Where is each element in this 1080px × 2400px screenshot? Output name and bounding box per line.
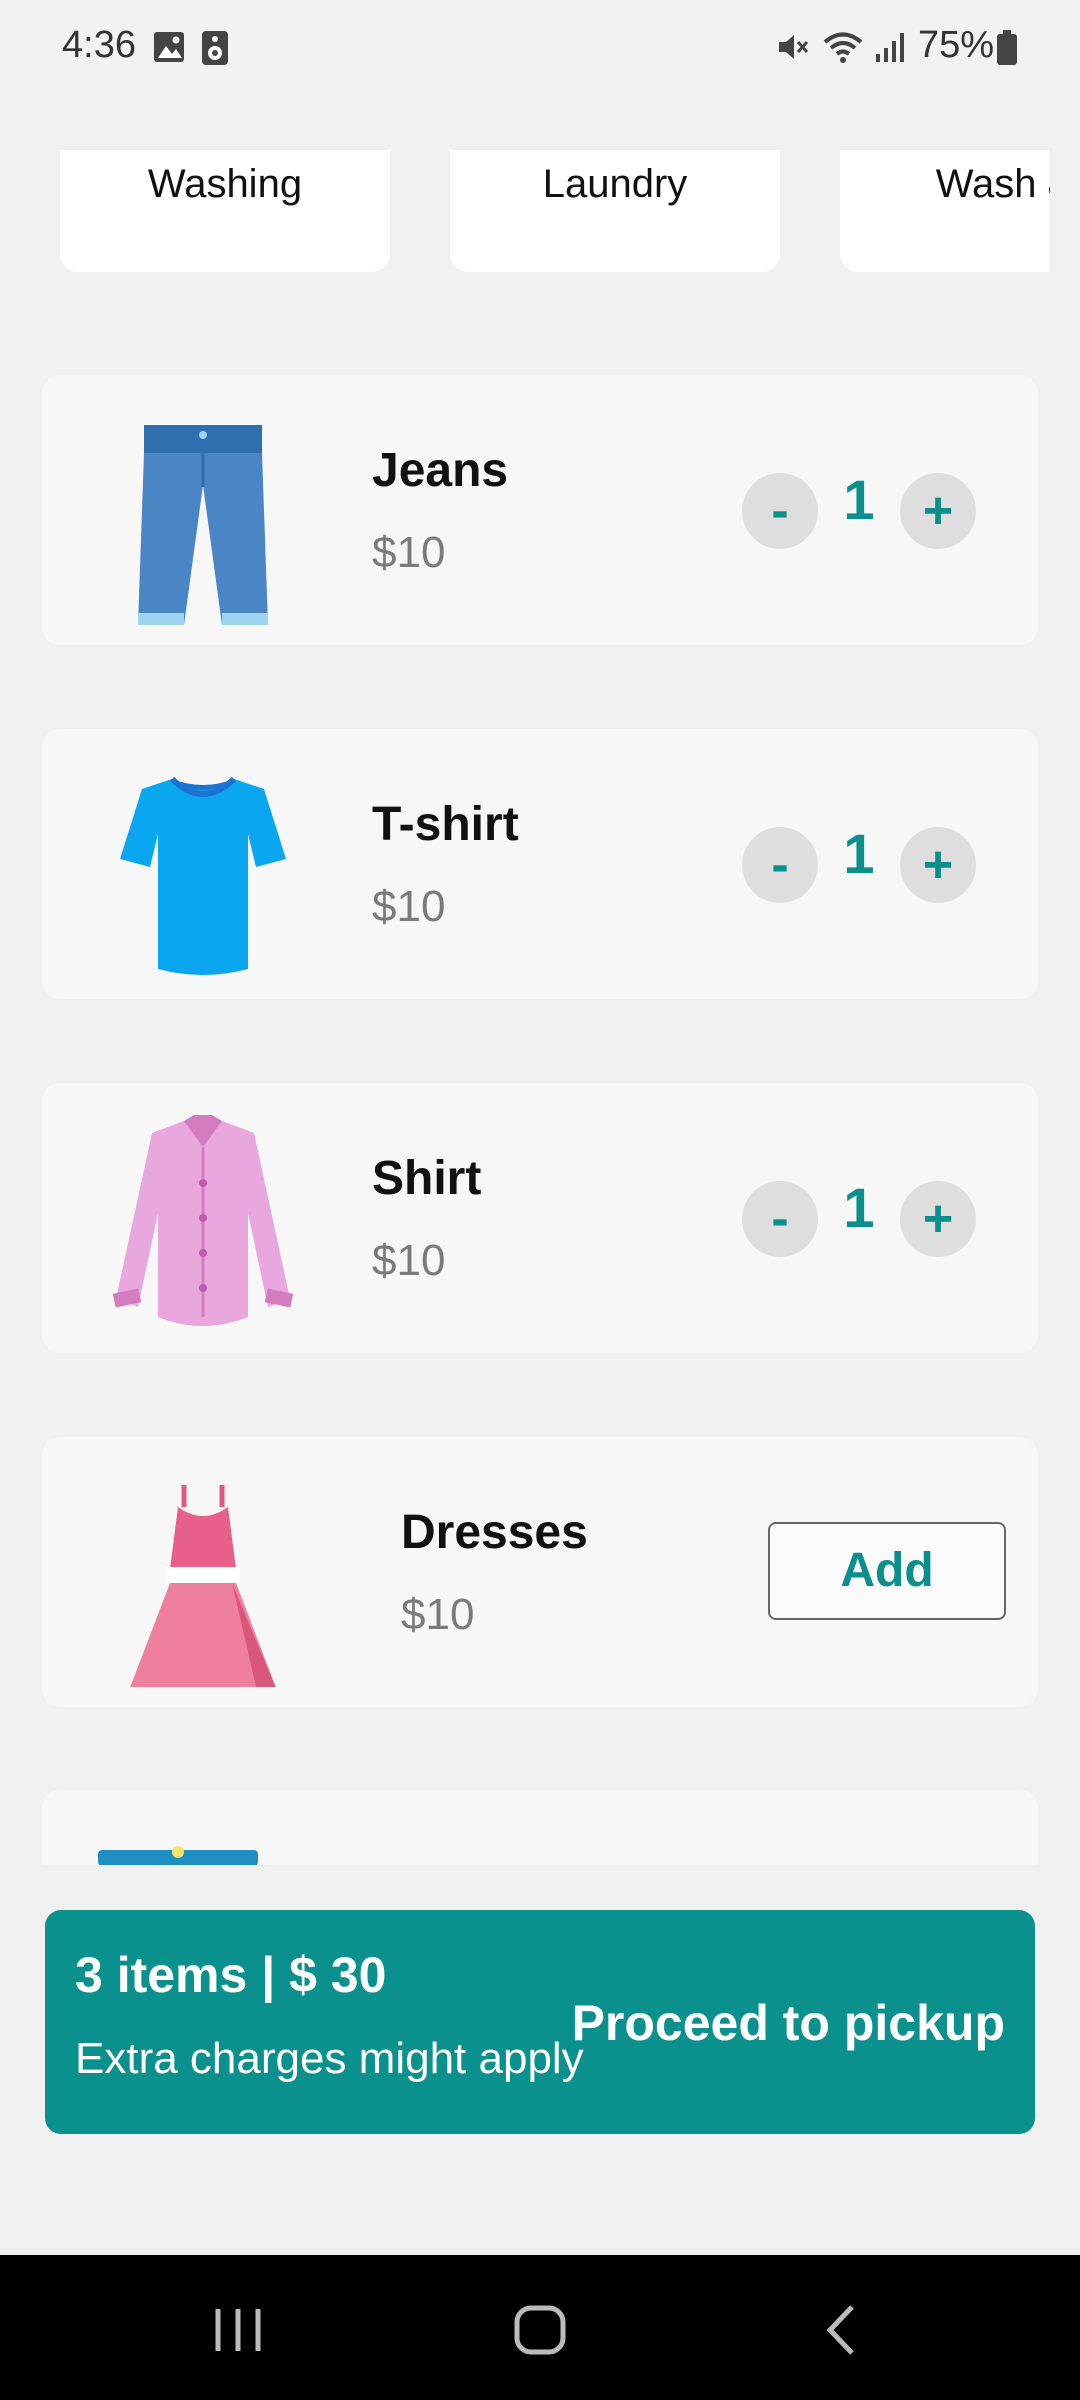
item-card-shirt: Shirt $10 - 1 + bbox=[42, 1083, 1038, 1353]
item-name: Shirt bbox=[372, 1152, 482, 1205]
item-card-jeans: Jeans $10 - 1 + bbox=[42, 375, 1038, 645]
jeans-icon bbox=[72, 395, 302, 625]
item-price: $10 bbox=[372, 882, 446, 931]
shirt-icon bbox=[72, 1103, 302, 1333]
speaker-icon bbox=[200, 30, 230, 71]
increase-quantity-button[interactable]: + bbox=[900, 473, 976, 549]
item-price: $10 bbox=[372, 528, 446, 577]
back-icon[interactable] bbox=[802, 2295, 882, 2365]
recent-apps-icon[interactable] bbox=[198, 2295, 278, 2365]
item-name: T-shirt bbox=[372, 798, 519, 851]
proceed-to-pickup-button[interactable]: Proceed to pickup bbox=[572, 1994, 1005, 2052]
item-name: Dresses bbox=[401, 1506, 588, 1559]
wifi-icon bbox=[822, 30, 864, 69]
category-row: Washing Laundry Wash & bbox=[0, 150, 1050, 274]
battery-icon bbox=[996, 30, 1018, 71]
decrease-quantity-button[interactable]: - bbox=[742, 827, 818, 903]
signal-icon bbox=[874, 30, 908, 69]
quantity-value: 1 bbox=[843, 468, 875, 531]
category-laundry[interactable]: Laundry bbox=[450, 150, 780, 272]
decrease-quantity-button[interactable]: - bbox=[742, 1181, 818, 1257]
category-label: Laundry bbox=[542, 162, 688, 206]
tshirt-icon bbox=[72, 749, 302, 979]
quantity-value: 1 bbox=[843, 822, 875, 885]
home-icon[interactable] bbox=[500, 2295, 580, 2365]
navigation-bar bbox=[0, 2255, 1080, 2400]
category-washing[interactable]: Washing bbox=[60, 150, 390, 272]
category-label: Washing bbox=[147, 162, 303, 206]
increase-quantity-button[interactable]: + bbox=[900, 827, 976, 903]
item-card-partial bbox=[42, 1790, 1038, 1865]
mute-icon bbox=[776, 30, 810, 69]
cart-bar[interactable]: 3 items | $ 30 Extra charges might apply… bbox=[45, 1910, 1035, 2134]
extra-charges-note: Extra charges might apply bbox=[75, 2034, 584, 2083]
battery-percentage: 75% bbox=[918, 24, 995, 66]
item-price: $10 bbox=[372, 1236, 446, 1285]
item-price: $10 bbox=[401, 1590, 475, 1639]
category-wash-and[interactable]: Wash & bbox=[840, 150, 1050, 272]
gallery-icon bbox=[152, 30, 186, 69]
item-card-tshirt: T-shirt $10 - 1 + bbox=[42, 729, 1038, 999]
status-bar: 4:36 75% bbox=[0, 0, 1080, 100]
increase-quantity-button[interactable]: + bbox=[900, 1181, 976, 1257]
add-button[interactable]: Add bbox=[768, 1522, 1006, 1620]
item-image-partial bbox=[98, 1846, 258, 1865]
item-name: Jeans bbox=[372, 444, 509, 497]
dress-icon bbox=[72, 1457, 302, 1700]
quantity-value: 1 bbox=[843, 1176, 875, 1239]
cart-summary: 3 items | $ 30 bbox=[75, 1947, 387, 2003]
category-label: Wash & bbox=[935, 162, 1050, 206]
item-card-dresses: Dresses $10 Add bbox=[42, 1437, 1038, 1707]
decrease-quantity-button[interactable]: - bbox=[742, 473, 818, 549]
status-time: 4:36 bbox=[62, 24, 136, 66]
